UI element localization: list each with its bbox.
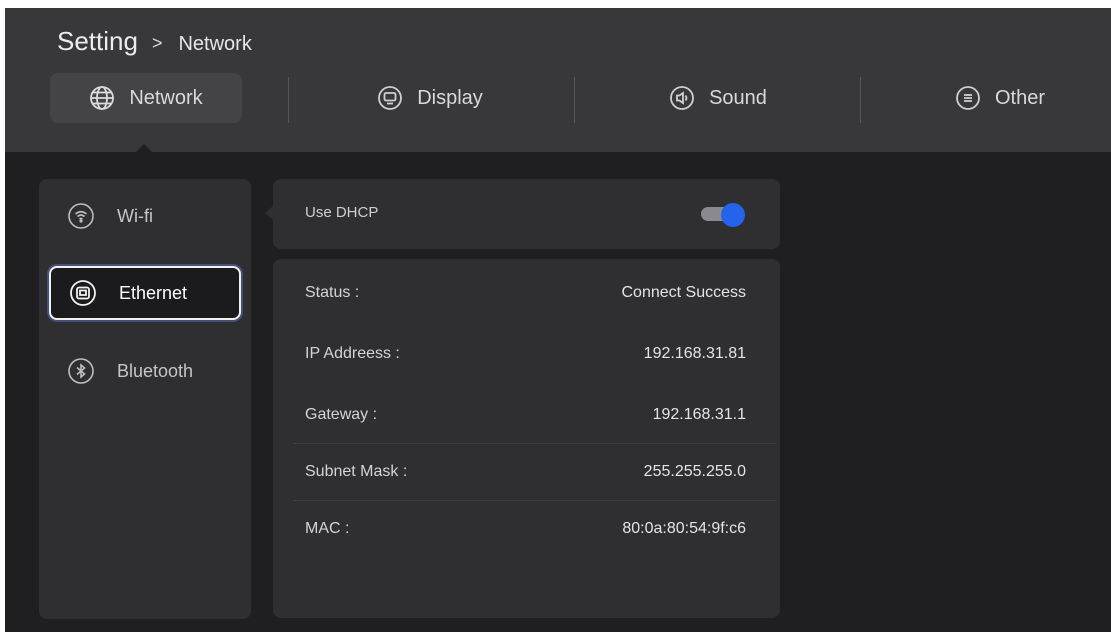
dhcp-label: Use DHCP: [305, 204, 379, 221]
globe-icon: [89, 85, 115, 111]
sidebar-item-ethernet[interactable]: Ethernet: [49, 266, 241, 320]
tab-divider: [860, 77, 861, 123]
info-row-gateway: Gateway : 192.168.31.1: [293, 387, 776, 443]
info-value: 255.255.255.0: [643, 462, 746, 480]
tab-label: Network: [129, 86, 203, 109]
tab-bar: Network Display Sound Other: [5, 73, 1111, 123]
sidebar-item-label: Bluetooth: [117, 360, 194, 381]
tab-label: Sound: [709, 86, 767, 109]
menu-list-icon: [955, 85, 981, 111]
wifi-icon: [67, 202, 95, 230]
info-value: 192.168.31.81: [643, 345, 746, 362]
info-row-ip-address: IP Addreess : 192.168.31.81: [293, 326, 776, 382]
breadcrumb-current: Network: [178, 33, 252, 55]
tab-divider: [574, 77, 575, 123]
selected-item-pointer: [265, 206, 273, 220]
connection-info-card: Status : Connect Success IP Addreess : 1…: [273, 259, 780, 618]
speaker-icon: [669, 85, 695, 111]
breadcrumb-separator: >: [151, 33, 163, 53]
breadcrumb: Setting > Network: [57, 26, 252, 57]
network-sidebar: Wi-fi Ethernet Bluetooth: [39, 179, 251, 619]
tab-sound[interactable]: Sound: [623, 73, 813, 123]
info-row-mac: MAC : 80:0a:80:54:9f:c6: [293, 500, 776, 556]
info-value: 80:0a:80:54:9f:c6: [622, 519, 746, 537]
tab-network[interactable]: Network: [50, 73, 242, 123]
sidebar-item-label: Wi-fi: [117, 205, 153, 226]
tab-label: Other: [994, 86, 1046, 109]
dhcp-toggle[interactable]: [701, 203, 745, 227]
tab-divider: [288, 77, 289, 123]
active-tab-pointer: [136, 144, 152, 152]
ethernet-icon: [69, 279, 97, 307]
info-key: IP Addreess :: [305, 345, 400, 362]
breadcrumb-root[interactable]: Setting: [57, 26, 138, 57]
info-value: Connect Success: [621, 284, 746, 301]
info-row-status: Status : Connect Success: [293, 265, 776, 321]
tab-label: Display: [417, 86, 483, 109]
display-icon: [377, 85, 403, 111]
info-key: Gateway :: [305, 406, 378, 423]
tab-other[interactable]: Other: [905, 73, 1095, 123]
info-key: Status :: [305, 284, 360, 301]
tab-display[interactable]: Display: [335, 73, 525, 123]
sidebar-item-label: Ethernet: [119, 282, 188, 303]
sidebar-item-wifi[interactable]: Wi-fi: [49, 189, 241, 243]
sidebar-item-bluetooth[interactable]: Bluetooth: [49, 344, 241, 398]
toggle-knob: [721, 203, 745, 227]
info-row-subnet-mask: Subnet Mask : 255.255.255.0: [293, 443, 776, 499]
info-key: Subnet Mask :: [305, 462, 408, 480]
bluetooth-icon: [67, 357, 95, 385]
dhcp-card: Use DHCP: [273, 179, 780, 249]
info-value: 192.168.31.1: [652, 406, 746, 423]
info-key: MAC :: [305, 519, 350, 537]
header: Setting > Network Network Display Sound …: [5, 8, 1111, 152]
settings-window: Setting > Network Network Display Sound …: [5, 8, 1111, 632]
